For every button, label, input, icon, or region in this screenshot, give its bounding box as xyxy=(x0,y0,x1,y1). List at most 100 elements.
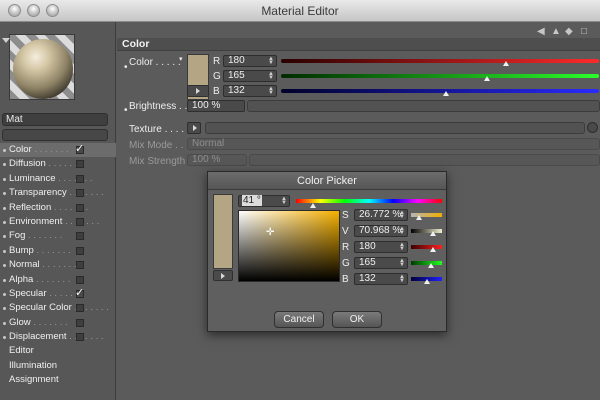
channel-label: Transparency xyxy=(9,187,67,199)
picker-v-slider[interactable] xyxy=(411,229,442,233)
channel-item[interactable]: Fog . . . . . . . xyxy=(0,229,116,243)
picker-g-input[interactable]: 165 ▲ ▼ xyxy=(354,257,408,269)
channel-b-slider[interactable] xyxy=(281,89,599,93)
back-arrow-icon[interactable]: ◀ xyxy=(537,26,545,37)
channel-label: Editor xyxy=(9,345,34,357)
channel-item[interactable]: Luminance . . . . . . . xyxy=(0,172,116,186)
picker-g-label: G xyxy=(342,258,350,269)
channel-bullet-icon xyxy=(3,149,6,152)
picker-b-input[interactable]: 132 ▲ ▼ xyxy=(354,273,408,285)
channel-checkbox[interactable] xyxy=(76,174,84,183)
picker-g-slider[interactable] xyxy=(411,261,442,265)
channel-item[interactable]: Reflection . . . . . . . xyxy=(0,201,116,215)
picker-r-slider-thumb[interactable] xyxy=(429,247,436,252)
lock-icon[interactable]: □ xyxy=(581,26,587,37)
channel-checkbox[interactable] xyxy=(76,232,84,241)
picker-r-slider[interactable] xyxy=(411,245,442,249)
color-swatch-expand-button[interactable] xyxy=(187,85,209,97)
brightness-slider[interactable] xyxy=(247,100,600,112)
preview-sphere xyxy=(13,39,73,99)
crosshair-cursor-icon: ✛ xyxy=(266,227,275,238)
hue-slider-thumb[interactable] xyxy=(309,203,316,208)
texture-menu-button[interactable] xyxy=(187,122,201,134)
channel-checkbox[interactable] xyxy=(76,217,84,226)
picker-g-slider-thumb[interactable] xyxy=(428,263,435,268)
channel-r-slider[interactable] xyxy=(281,59,599,63)
channel-bullet-icon xyxy=(3,292,6,296)
color-property-menu-icon[interactable]: ▾ xyxy=(179,55,183,63)
channel-item[interactable]: Diffusion . . . . . . . xyxy=(0,157,116,171)
texture-field[interactable] xyxy=(205,122,585,134)
channel-item[interactable]: Specular Color . . . . . . . xyxy=(0,301,116,315)
channel-checkbox[interactable] xyxy=(76,275,84,284)
channel-checkbox[interactable] xyxy=(76,189,84,198)
picker-b-slider-thumb[interactable] xyxy=(424,279,431,284)
ok-button[interactable]: OK xyxy=(332,311,382,328)
picker-v-input[interactable]: 70.968 % ▲ ▼ xyxy=(354,225,408,237)
channel-item[interactable]: Illumination xyxy=(0,359,116,373)
channel-item[interactable]: Specular . . . . . . . ✓ xyxy=(0,287,116,301)
channel-b-slider-thumb[interactable] xyxy=(442,91,449,96)
channel-item[interactable]: Assignment xyxy=(0,373,116,387)
picker-r-input[interactable]: 180 ▲ ▼ xyxy=(354,241,408,253)
channel-bullet-icon xyxy=(3,264,6,268)
mix-strength-input[interactable]: 100 % xyxy=(187,154,247,166)
hue-input[interactable]: 41 ° ▲ ▼ xyxy=(238,195,290,207)
channel-item[interactable]: Transparency . . . . . . . xyxy=(0,186,116,200)
channel-r-slider-thumb[interactable] xyxy=(502,61,509,66)
channel-bullet-icon xyxy=(3,235,6,239)
channel-bullet-icon xyxy=(3,336,6,340)
saturation-value-box[interactable]: ✛ xyxy=(238,210,340,282)
channel-item[interactable]: Alpha . . . . . . . xyxy=(0,273,116,287)
channel-item[interactable]: Glow . . . . . . . xyxy=(0,316,116,330)
channel-label: Specular xyxy=(9,287,47,299)
picker-s-input[interactable]: 26.772 % ▲ ▼ xyxy=(354,209,408,221)
color-picker-title: Color Picker xyxy=(208,172,446,190)
channel-checkbox[interactable] xyxy=(76,304,84,313)
channel-g-slider[interactable] xyxy=(281,74,599,78)
picker-s-slider-thumb[interactable] xyxy=(416,215,423,220)
forward-arrow-icon[interactable]: ▲ xyxy=(551,26,561,37)
channel-checkbox[interactable] xyxy=(76,261,84,270)
up-arrow-icon[interactable]: ◆ xyxy=(565,26,573,37)
channel-r-input[interactable]: 180 ▲ ▼ xyxy=(223,55,277,67)
channel-g-slider-thumb[interactable] xyxy=(483,76,490,81)
texture-options-button[interactable] xyxy=(587,122,598,133)
preview-menu-arrow-icon[interactable] xyxy=(2,38,10,43)
channel-checkbox[interactable] xyxy=(76,203,84,212)
channel-item[interactable]: Displacement . . . . . . . xyxy=(0,330,116,344)
channel-bullet-icon xyxy=(3,220,6,224)
brightness-input[interactable]: 100 % xyxy=(187,100,245,112)
channel-leader: . . . . . . . xyxy=(33,273,71,285)
brightness-label: Brightness . . xyxy=(129,101,188,112)
picker-s-label: S xyxy=(342,210,349,221)
channel-g-label: G xyxy=(213,71,221,82)
mix-mode-select[interactable]: Normal xyxy=(187,138,600,150)
channel-item[interactable]: Color . . . . . . . ✓ xyxy=(0,143,116,158)
channel-g-input[interactable]: 165 ▲ ▼ xyxy=(223,70,277,82)
material-name-field[interactable]: Mat xyxy=(2,113,108,126)
channel-leader: . . . . . . . xyxy=(39,259,77,271)
material-sidebar: Mat Color . . . . . . . ✓ Diffusion . . . … xyxy=(0,22,116,400)
channel-checkbox[interactable] xyxy=(76,333,84,342)
channel-bullet-icon xyxy=(3,307,6,311)
channel-label: Alpha xyxy=(9,273,34,285)
channel-checkbox[interactable] xyxy=(76,246,84,255)
channel-b-input[interactable]: 132 ▲ ▼ xyxy=(223,85,277,97)
picker-swatch-button[interactable] xyxy=(213,270,233,281)
texture-label: Texture . . . . . xyxy=(129,124,190,135)
channel-item[interactable]: Environment . . . . . . . xyxy=(0,215,116,229)
channel-item[interactable]: Editor xyxy=(0,344,116,358)
mix-strength-slider[interactable] xyxy=(249,154,600,166)
hue-slider[interactable] xyxy=(296,199,442,203)
channel-checkbox[interactable] xyxy=(76,160,84,169)
cancel-button[interactable]: Cancel xyxy=(274,311,324,328)
material-preview[interactable] xyxy=(9,34,75,100)
channel-label: Displacement xyxy=(9,331,67,343)
channel-bullet-icon xyxy=(3,249,6,253)
brightness-dot: • xyxy=(124,105,128,116)
channel-item[interactable]: Normal . . . . . . . xyxy=(0,258,116,272)
channel-item[interactable]: Bump . . . . . . . xyxy=(0,244,116,258)
channel-checkbox[interactable] xyxy=(76,318,84,327)
picker-v-slider-thumb[interactable] xyxy=(430,231,436,236)
